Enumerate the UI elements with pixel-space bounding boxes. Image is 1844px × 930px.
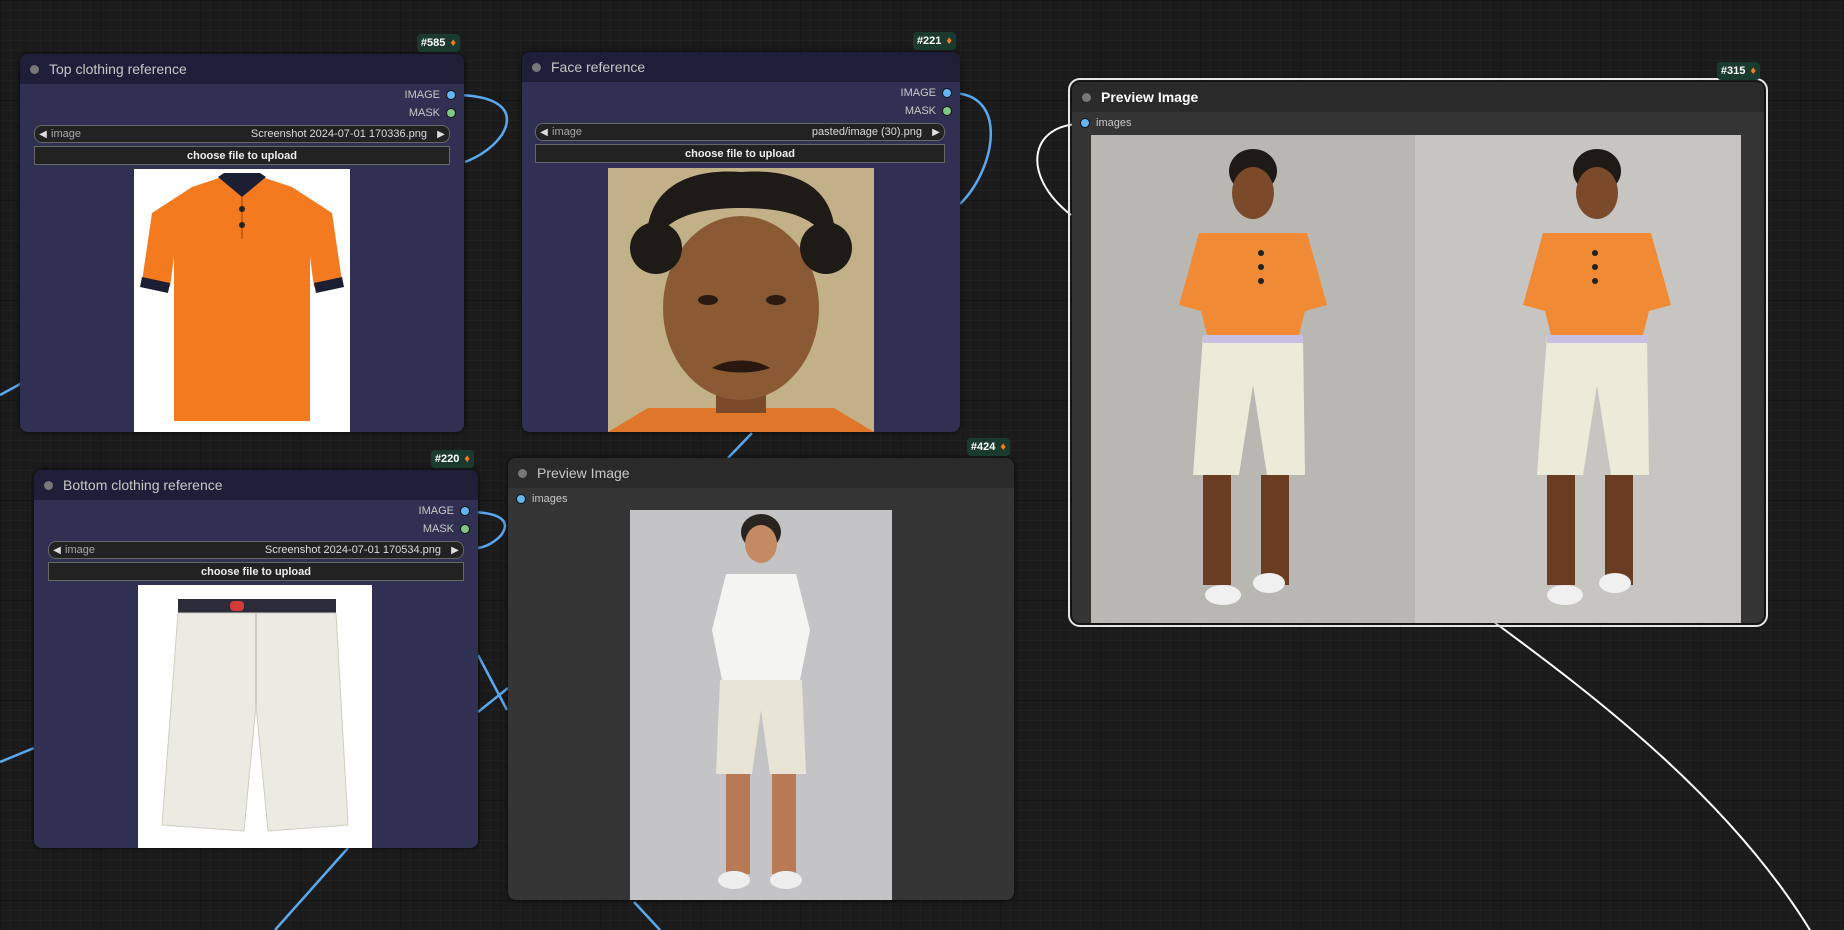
output-mask[interactable]: MASK xyxy=(423,521,470,537)
output-image[interactable]: IMAGE xyxy=(901,85,952,101)
combo-value: Screenshot 2024-07-01 170534.png xyxy=(264,544,441,556)
collapse-dot[interactable] xyxy=(30,64,39,74)
output-image[interactable]: IMAGE xyxy=(419,503,470,519)
node-id: #221 xyxy=(916,35,942,47)
node-id: #424 xyxy=(970,441,996,453)
wire-bottom-down xyxy=(476,654,509,711)
node-title: Top clothing reference xyxy=(49,61,187,77)
node-face-reference[interactable]: #221 ♦ Face reference IMAGE MASK ◀ image … xyxy=(522,32,960,432)
mask-socket[interactable] xyxy=(446,108,456,118)
fox-icon: ♦ xyxy=(450,37,456,49)
node-bottom-clothing-reference[interactable]: #220 ♦ Bottom clothing reference IMAGE MA… xyxy=(34,450,478,848)
image-socket[interactable] xyxy=(460,506,470,516)
wire-preview-large-out xyxy=(1493,621,1811,930)
node-top-clothing-reference[interactable]: #585 ♦ Top clothing reference IMAGE MASK … xyxy=(20,34,464,432)
node-title: Preview Image xyxy=(537,465,630,481)
white-shorts-image xyxy=(138,585,372,848)
collapse-dot[interactable] xyxy=(44,480,53,490)
node-id-badge: #424 ♦ xyxy=(966,438,1010,456)
node-title: Face reference xyxy=(551,59,646,75)
image-select-combo[interactable]: ◀ image Screenshot 2024-07-01 170336.png… xyxy=(34,125,450,143)
node-title-bar[interactable]: Top clothing reference xyxy=(20,54,464,84)
node-id-badge: #585 ♦ xyxy=(416,34,460,52)
node-title: Preview Image xyxy=(1101,89,1199,105)
preview-model-white-outfit-image xyxy=(630,510,892,900)
output-label: IMAGE xyxy=(404,89,440,101)
wire-bottom-mid xyxy=(477,687,509,713)
fox-icon: ♦ xyxy=(1000,441,1006,453)
node-id: #585 xyxy=(420,37,446,49)
image-socket[interactable] xyxy=(1080,118,1090,128)
preview-result-image-2 xyxy=(1415,135,1741,623)
node-id-badge: #220 ♦ xyxy=(430,450,474,468)
image-select-combo[interactable]: ◀ image Screenshot 2024-07-01 170534.png… xyxy=(48,541,464,559)
arrow-right-icon[interactable]: ▶ xyxy=(447,545,463,556)
node-title: Bottom clothing reference xyxy=(63,477,223,493)
face-photo-image xyxy=(608,168,874,432)
input-images[interactable]: images xyxy=(1080,115,1131,131)
combo-label: image xyxy=(552,126,582,138)
input-label: images xyxy=(532,493,568,505)
collapse-dot[interactable] xyxy=(532,62,541,72)
node-id: #315 xyxy=(1720,65,1746,77)
upload-button[interactable]: choose file to upload xyxy=(535,144,945,163)
input-label: images xyxy=(1096,117,1132,129)
node-title-bar[interactable]: Bottom clothing reference xyxy=(34,470,478,500)
node-title-bar[interactable]: Preview Image xyxy=(1072,82,1764,112)
wire-face-down xyxy=(727,432,753,459)
upload-button[interactable]: choose file to upload xyxy=(34,146,450,165)
fox-icon: ♦ xyxy=(946,35,952,47)
output-label: MASK xyxy=(904,105,936,117)
node-preview-image-large[interactable]: #315 ♦ Preview Image images xyxy=(1068,62,1768,627)
combo-value: pasted/image (30).png xyxy=(811,126,922,138)
node-title-bar[interactable]: Preview Image xyxy=(508,458,1014,488)
node-id-badge: #315 ♦ xyxy=(1716,62,1760,80)
combo-label: image xyxy=(51,128,81,140)
node-id-badge: #221 ♦ xyxy=(912,32,956,50)
image-socket[interactable] xyxy=(446,90,456,100)
output-label: IMAGE xyxy=(418,505,454,517)
node-id: #220 xyxy=(434,453,460,465)
output-image[interactable]: IMAGE xyxy=(405,87,456,103)
upload-button[interactable]: choose file to upload xyxy=(48,562,464,581)
wire-preview-small-down xyxy=(633,901,661,930)
arrow-left-icon[interactable]: ◀ xyxy=(49,545,65,556)
arrow-right-icon[interactable]: ▶ xyxy=(433,129,449,140)
fox-icon: ♦ xyxy=(464,453,470,465)
combo-label: image xyxy=(65,544,95,556)
mask-socket[interactable] xyxy=(942,106,952,116)
combo-value: Screenshot 2024-07-01 170336.png xyxy=(250,128,427,140)
output-label: IMAGE xyxy=(900,87,936,99)
collapse-dot[interactable] xyxy=(1082,92,1091,102)
wire-left-2 xyxy=(0,746,35,764)
fox-icon: ♦ xyxy=(1750,65,1756,77)
output-label: MASK xyxy=(408,107,440,119)
image-socket[interactable] xyxy=(942,88,952,98)
preview-result-image-1 xyxy=(1091,135,1415,623)
wire-bottom-left xyxy=(274,847,349,930)
output-mask[interactable]: MASK xyxy=(409,105,456,121)
image-socket[interactable] xyxy=(516,494,526,504)
arrow-left-icon[interactable]: ◀ xyxy=(536,127,552,138)
output-mask[interactable]: MASK xyxy=(905,103,952,119)
input-images[interactable]: images xyxy=(516,491,567,507)
mask-socket[interactable] xyxy=(460,524,470,534)
arrow-right-icon[interactable]: ▶ xyxy=(928,127,944,138)
node-title-bar[interactable]: Face reference xyxy=(522,52,960,82)
output-label: MASK xyxy=(422,523,454,535)
orange-polo-image xyxy=(134,169,350,432)
arrow-left-icon[interactable]: ◀ xyxy=(35,129,51,140)
image-select-combo[interactable]: ◀ image pasted/image (30).png ▶ xyxy=(535,123,945,141)
wire-left-1 xyxy=(0,381,23,397)
node-preview-image-small[interactable]: #424 ♦ Preview Image images xyxy=(508,438,1014,900)
collapse-dot[interactable] xyxy=(518,468,527,478)
